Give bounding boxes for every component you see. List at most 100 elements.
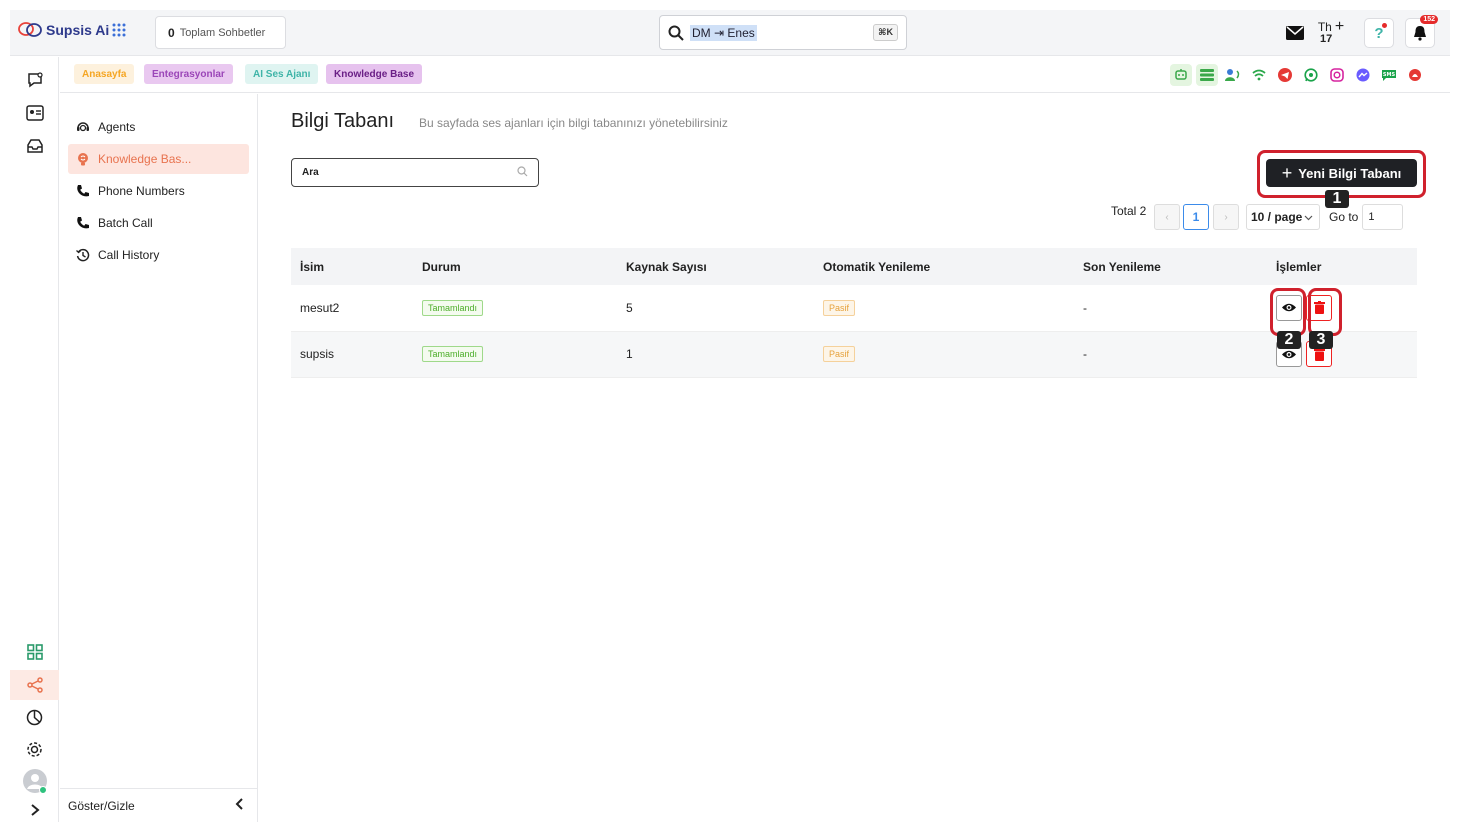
- toggle-label: Göster/Gizle: [68, 798, 135, 813]
- nav-agents[interactable]: Agents: [68, 112, 249, 142]
- chatbot-icon[interactable]: [1170, 64, 1192, 86]
- column-header-name[interactable]: İsim: [291, 248, 413, 285]
- voice-agent-icon[interactable]: [1222, 64, 1244, 86]
- nav-label: Batch Call: [98, 216, 153, 230]
- chevron-left-icon: [235, 798, 244, 813]
- annotation-marker-3: 3: [1309, 331, 1333, 349]
- column-header-last-refresh[interactable]: Son Yenileme: [1074, 248, 1267, 285]
- sms-icon[interactable]: SMS: [1378, 64, 1400, 86]
- app-name: Supsis Ai: [46, 22, 110, 38]
- whatsapp-icon[interactable]: [1300, 64, 1322, 86]
- page-1-button[interactable]: 1: [1183, 204, 1209, 230]
- knowledge-search-input[interactable]: Ara: [291, 158, 539, 187]
- nav-label: Call History: [98, 248, 160, 262]
- calendar-day: 17: [1320, 33, 1333, 45]
- goto-label: Go to: [1329, 210, 1359, 224]
- nav-phone-numbers[interactable]: Phone Numbers: [68, 176, 249, 206]
- instagram-icon[interactable]: [1326, 64, 1348, 86]
- secondary-sidebar: Agents Knowledge Bas... Phone Numbers Ba…: [60, 94, 258, 822]
- prev-page-button[interactable]: ‹: [1154, 204, 1180, 230]
- main-content: Bilgi Tabanı Bu sayfada ses ajanları içi…: [259, 94, 1450, 822]
- agent-icon: [77, 122, 89, 132]
- row-auto-refresh-cell: Pasif: [814, 331, 1074, 378]
- rail-contacts-icon[interactable]: [10, 98, 59, 128]
- calendar-add-button[interactable]: Th + 17: [1316, 18, 1346, 48]
- annotation-marker-2: 2: [1277, 331, 1301, 349]
- rail-chat-icon[interactable]: [10, 65, 59, 95]
- app-logo[interactable]: Supsis Ai: [18, 22, 109, 38]
- row-last-refresh: -: [1074, 285, 1267, 332]
- notifications-button[interactable]: 152: [1405, 15, 1438, 48]
- row-source-count: 1: [617, 331, 814, 378]
- phone-icon: [77, 217, 89, 229]
- apps-grid-icon[interactable]: [112, 23, 126, 42]
- mail-icon[interactable]: [1285, 18, 1305, 48]
- webchat-icon[interactable]: [1404, 64, 1426, 86]
- messenger-icon[interactable]: [1352, 64, 1374, 86]
- help-dot: [1382, 23, 1387, 28]
- sidebar-toggle[interactable]: Göster/Gizle: [60, 788, 258, 822]
- trash-icon: [1313, 347, 1325, 361]
- nav-label: Agents: [98, 120, 136, 134]
- column-header-status[interactable]: Durum: [413, 248, 617, 285]
- tab-ai-ses-ajani[interactable]: AI Ses Ajanı: [245, 64, 319, 84]
- total-chats-button[interactable]: 0 Toplam Sohbetler: [155, 16, 286, 49]
- new-knowledge-base-button[interactable]: + Yeni Bilgi Tabanı: [1266, 159, 1417, 187]
- page-size-select[interactable]: 10 / page: [1246, 204, 1320, 230]
- row-name: mesut2: [291, 285, 413, 332]
- user-avatar[interactable]: [10, 766, 59, 796]
- nav-call-history[interactable]: Call History: [68, 240, 249, 270]
- rail-dashboard-icon[interactable]: [10, 637, 59, 667]
- help-button[interactable]: ?: [1364, 18, 1394, 48]
- highlight-box-3: [1308, 288, 1342, 336]
- auto-refresh-badge: Pasif: [823, 299, 856, 316]
- next-page-button[interactable]: ›: [1213, 204, 1239, 230]
- status-badge: Tamamlandı: [422, 346, 484, 362]
- search-query: DM ⇥ Enes: [690, 24, 757, 41]
- search-shortcut: ⌘K: [873, 24, 898, 41]
- chevron-left-icon: ‹: [1165, 211, 1169, 223]
- row-last-refresh: -: [1074, 331, 1267, 378]
- tab-entegrasyonlar[interactable]: Entegrasyonlar: [144, 64, 233, 84]
- table-header-row: İsim Durum Kaynak Sayısı Otomatik Yenile…: [291, 248, 1417, 285]
- search-icon: [517, 165, 528, 180]
- history-icon: [76, 248, 90, 262]
- page-size-value: 10 / page: [1251, 210, 1303, 224]
- rail-settings-icon[interactable]: [10, 734, 59, 764]
- nav-batch-call[interactable]: Batch Call: [68, 208, 249, 238]
- nav-label: Phone Numbers: [98, 184, 185, 198]
- table-row: mesut2 Tamamlandı 5 Pasif -: [291, 285, 1417, 332]
- logo-icon: [18, 22, 42, 37]
- nav-label: Knowledge Bas...: [98, 152, 192, 166]
- chats-count: 0: [168, 25, 175, 40]
- chevron-right-icon: ›: [1224, 211, 1228, 223]
- nav-knowledge-base[interactable]: Knowledge Bas...: [68, 144, 249, 174]
- tabs-bar: Anasayfa Entegrasyonlar AI Ses Ajanı Kno…: [60, 57, 1450, 93]
- tab-knowledge-base[interactable]: Knowledge Base: [326, 64, 423, 84]
- row-auto-refresh-cell: Pasif: [814, 285, 1074, 332]
- app-window: Supsis Ai 0 Toplam Sohbetler DM ⇥ Enes ⌘…: [10, 10, 1450, 822]
- global-search[interactable]: DM ⇥ Enes ⌘K: [659, 15, 907, 50]
- wifi-icon[interactable]: [1248, 64, 1270, 86]
- rail-inbox-icon[interactable]: [10, 131, 59, 161]
- rail-reports-icon[interactable]: [10, 702, 59, 732]
- rail-integrations-icon[interactable]: [10, 670, 59, 700]
- status-badge: Tamamlandı: [422, 299, 484, 316]
- tab-anasayfa[interactable]: Anasayfa: [74, 64, 135, 84]
- goto-page-input[interactable]: 1: [1362, 204, 1404, 230]
- auto-refresh-badge: Pasif: [823, 346, 856, 362]
- bell-icon: [1414, 26, 1426, 41]
- row-status-cell: Tamamlandı: [413, 285, 617, 332]
- telegram-icon[interactable]: [1274, 64, 1296, 86]
- rail-expand-icon[interactable]: [10, 795, 59, 822]
- column-header-auto-refresh[interactable]: Otomatik Yenileme: [814, 248, 1074, 285]
- plus-icon: +: [1334, 18, 1345, 35]
- column-header-source-count[interactable]: Kaynak Sayısı: [617, 248, 814, 285]
- list-icon[interactable]: [1196, 64, 1218, 86]
- row-status-cell: Tamamlandı: [413, 331, 617, 378]
- top-bar: Supsis Ai 0 Toplam Sohbetler DM ⇥ Enes ⌘…: [10, 10, 1450, 56]
- notification-badge: 152: [1420, 15, 1438, 24]
- chevron-down-icon: [1304, 210, 1313, 224]
- new-button-label: Yeni Bilgi Tabanı: [1298, 165, 1402, 181]
- calendar-weekday: Th: [1317, 20, 1332, 34]
